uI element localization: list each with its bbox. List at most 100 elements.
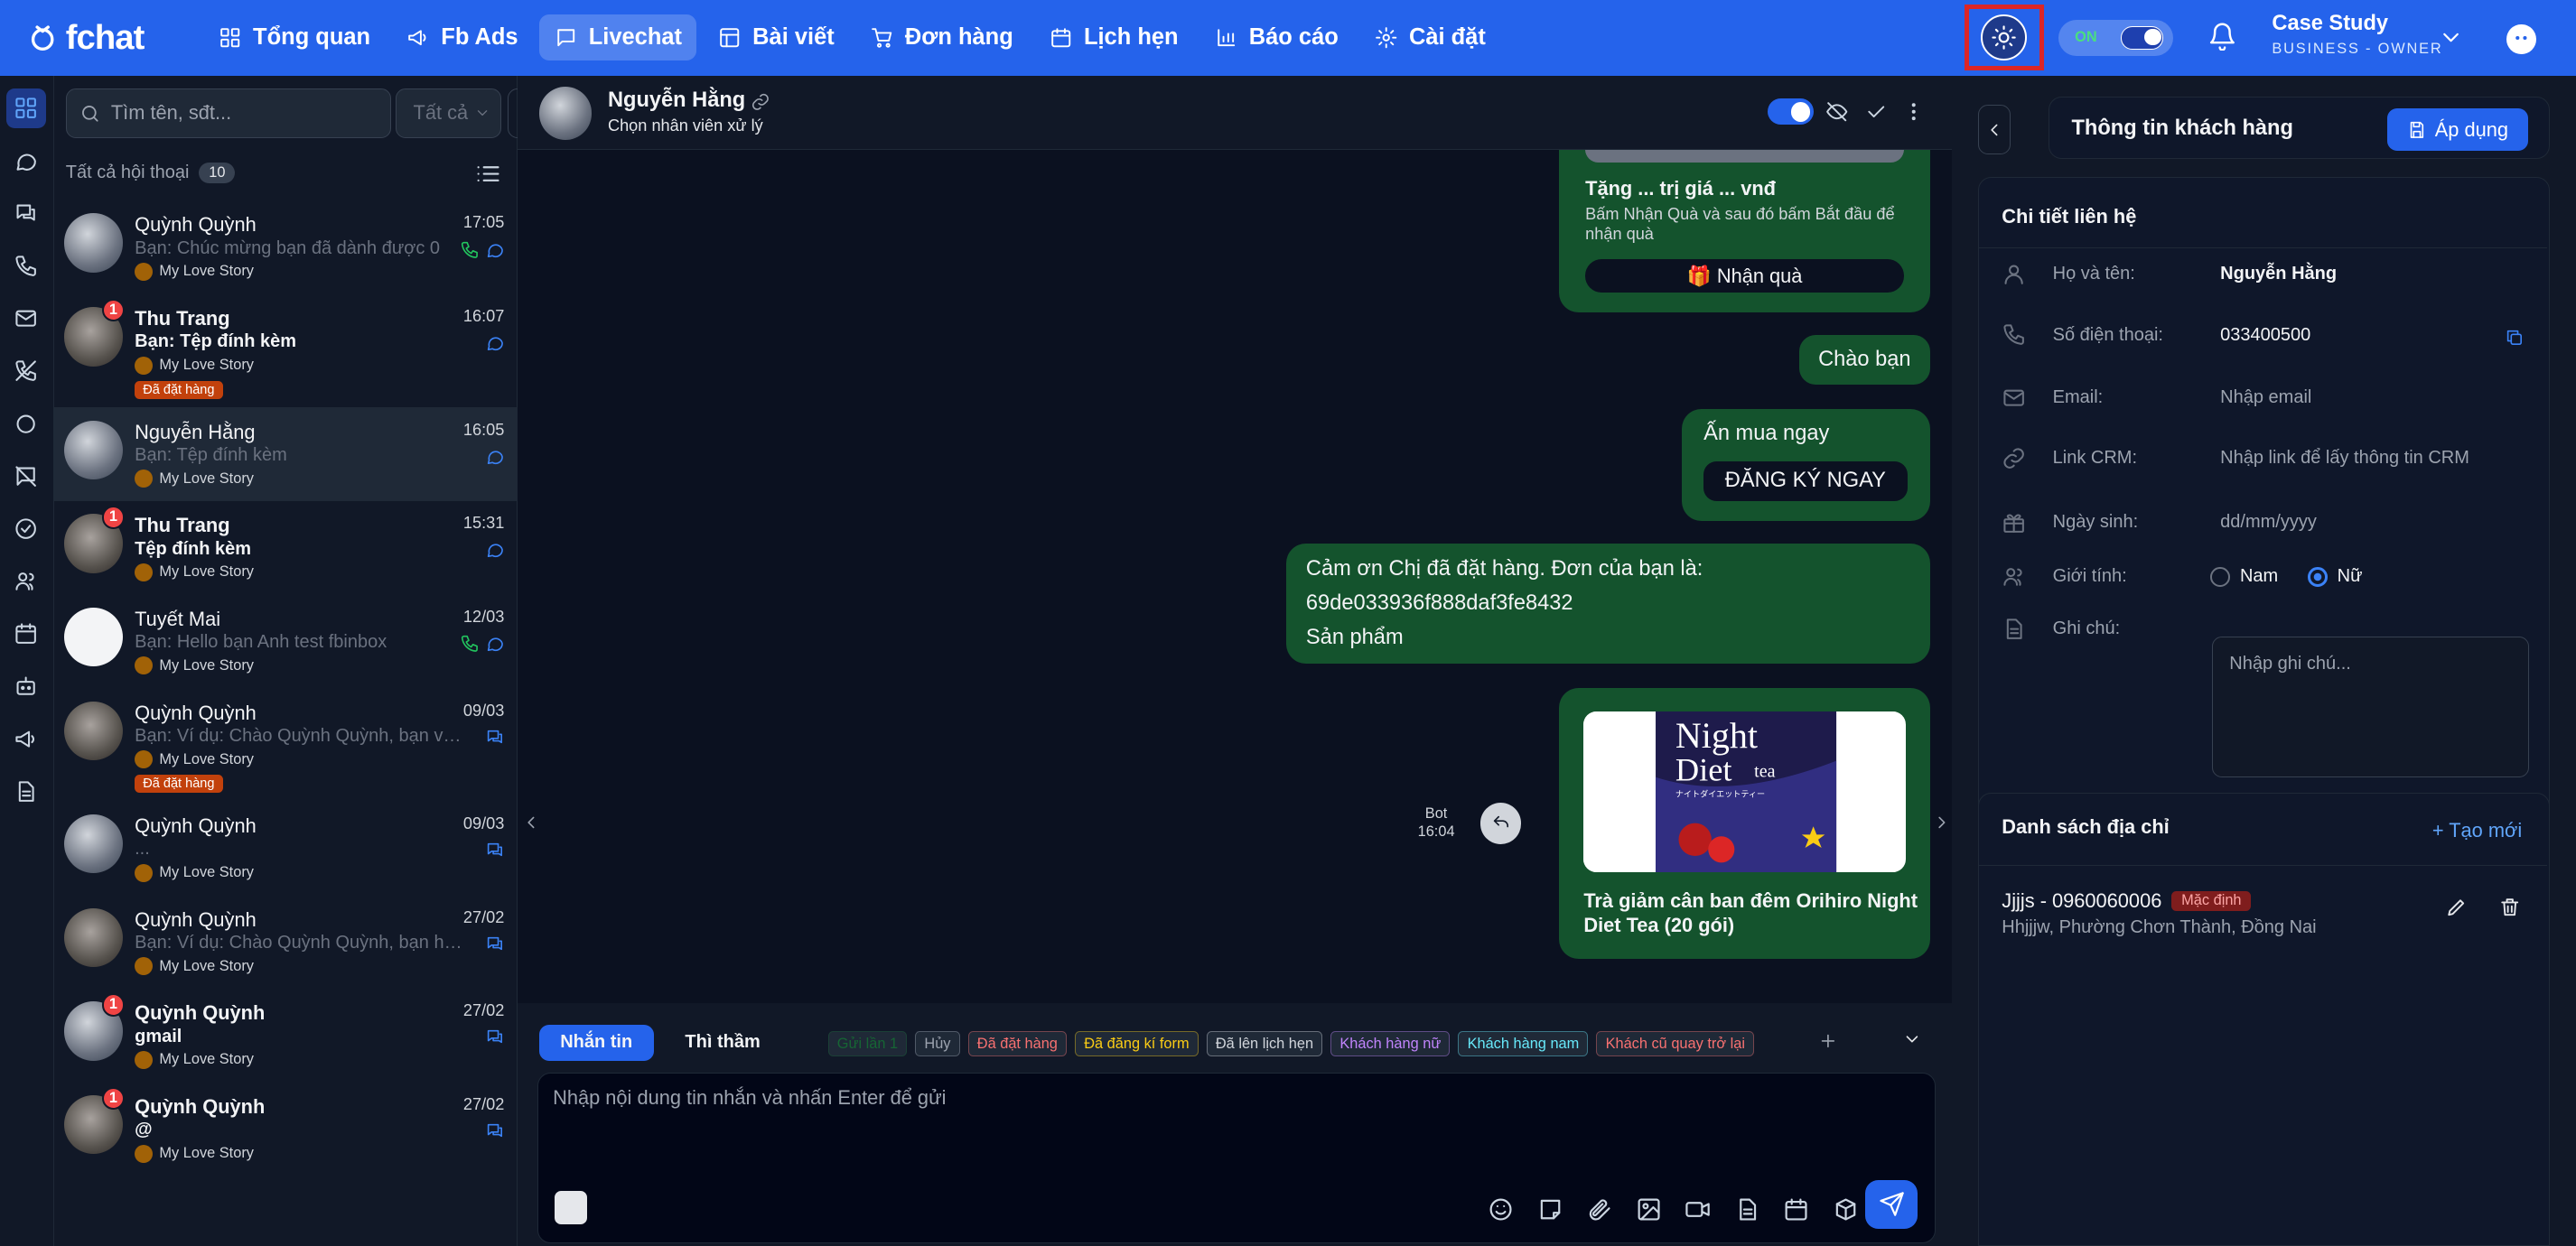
- document-icon[interactable]: [1734, 1196, 1760, 1223]
- circle-icon: [16, 414, 36, 433]
- rail-calls[interactable]: [6, 246, 46, 286]
- notification-button[interactable]: [2207, 22, 2237, 51]
- conversation-item[interactable]: 1 Thu Trang 15:31 Tệp đính kèm My Love Story: [54, 501, 518, 595]
- toggle-knob: [2121, 26, 2164, 50]
- assign-staff-select[interactable]: Chọn nhân viên xử lý: [608, 116, 763, 135]
- nav-item-7[interactable]: Cài đặt: [1359, 14, 1500, 60]
- contact-name[interactable]: Nguyễn Hằng: [608, 88, 745, 113]
- tab-message[interactable]: Nhắn tin: [538, 1024, 654, 1061]
- gender-male-radio[interactable]: [2210, 566, 2231, 587]
- conversation-item[interactable]: Quỳnh Quỳnh 09/03 Bạn: Ví dụ: Chào Quỳnh Q…: [54, 688, 518, 801]
- mark-done-button[interactable]: [1864, 100, 1887, 123]
- edit-address-button[interactable]: [2445, 896, 2468, 918]
- search-input[interactable]: [110, 101, 374, 126]
- apply-button[interactable]: Áp dụng: [2386, 108, 2529, 152]
- conversation-item[interactable]: Tuyết Mai 12/03 Bạn: Hello bạn Anh test fb…: [54, 594, 518, 688]
- rail-comments[interactable]: [6, 194, 46, 234]
- conversation-item[interactable]: Quỳnh Quỳnh 17:05 Bạn: Chúc mừng bạn đã dà…: [54, 200, 518, 294]
- email-input[interactable]: Nhập email: [2220, 387, 2311, 408]
- paperclip-icon[interactable]: [1586, 1196, 1612, 1223]
- gender-male-option[interactable]: Nam: [2210, 566, 2278, 587]
- nav-item-0[interactable]: Tổng quan: [204, 14, 386, 60]
- video-icon[interactable]: [1685, 1196, 1711, 1223]
- nav-item-5[interactable]: Lịch hẹn: [1034, 14, 1193, 60]
- gender-female-option[interactable]: Nữ: [2307, 566, 2363, 587]
- rail-users[interactable]: [6, 562, 46, 601]
- emoji-icon[interactable]: [1488, 1196, 1514, 1223]
- expand-tags-button[interactable]: [1902, 1029, 1922, 1049]
- list-view-button[interactable]: [475, 161, 501, 187]
- quick-tag[interactable]: Đã đăng kí form: [1075, 1031, 1199, 1057]
- conversation-item[interactable]: 1 Thu Trang 16:07 Bạn: Tệp đính kèm My Love …: [54, 294, 518, 407]
- contact-avatar[interactable]: [538, 87, 592, 140]
- nav-item-6[interactable]: Báo cáo: [1199, 14, 1353, 60]
- conversation-search[interactable]: [65, 88, 391, 138]
- nav-item-2[interactable]: Livechat: [539, 14, 697, 61]
- quick-tag[interactable]: Gửi lần 1: [827, 1031, 908, 1057]
- reply-button[interactable]: [1479, 803, 1522, 844]
- conversation-item[interactable]: Nguyễn Hằng 16:05 Bạn: Tệp đính kèm My Love…: [54, 407, 518, 501]
- quick-tag[interactable]: Hủy: [915, 1031, 960, 1057]
- rail-reports[interactable]: [6, 772, 46, 812]
- note-input[interactable]: [2213, 637, 2529, 777]
- quick-tag[interactable]: Khách hàng nữ: [1330, 1031, 1451, 1057]
- register-now-button[interactable]: ĐĂNG KÝ NGAY: [1703, 461, 1908, 501]
- message-input[interactable]: [553, 1086, 1900, 1152]
- rail-campaigns[interactable]: [6, 719, 46, 758]
- rail-dashboard[interactable]: [6, 88, 46, 128]
- quick-tag[interactable]: Khách hàng nam: [1458, 1031, 1589, 1057]
- package-icon[interactable]: [1833, 1196, 1859, 1223]
- nav-item-3[interactable]: Bài viết: [704, 14, 849, 60]
- sticky-note-icon[interactable]: [1537, 1196, 1563, 1223]
- name-value[interactable]: Nguyễn Hằng: [2220, 264, 2337, 284]
- rail-bot[interactable]: [6, 666, 46, 706]
- phone-value[interactable]: 033400500: [2220, 325, 2310, 346]
- calendar-icon[interactable]: [1783, 1196, 1809, 1223]
- address-item[interactable]: Jjjjs - 0960060006 Mặc định: [2002, 889, 2252, 913]
- birthday-input[interactable]: dd/mm/yyyy: [2220, 512, 2317, 533]
- nav-item-4[interactable]: Đơn hàng: [855, 14, 1028, 60]
- page-avatar[interactable]: [554, 1191, 588, 1224]
- conversation-filter-select[interactable]: Tất cả: [396, 88, 501, 138]
- conversation-list-title: Tất cả hội thoại: [65, 163, 190, 183]
- quick-tag[interactable]: Khách cũ quay trở lại: [1596, 1031, 1755, 1057]
- delete-address-button[interactable]: [2498, 896, 2521, 918]
- rail-mail[interactable]: [6, 299, 46, 339]
- add-tag-button[interactable]: [1818, 1031, 1838, 1051]
- online-toggle[interactable]: ON: [2058, 19, 2174, 56]
- rail-messages[interactable]: [6, 141, 46, 181]
- collapse-left-button[interactable]: [521, 813, 541, 832]
- support-chat-button[interactable]: [2506, 24, 2537, 55]
- back-button[interactable]: [1977, 105, 2011, 154]
- theme-toggle-button[interactable]: [1965, 5, 2044, 71]
- comment-icon: [487, 1030, 502, 1044]
- hide-button[interactable]: [1825, 100, 1848, 123]
- rail-calendar[interactable]: [6, 614, 46, 654]
- rail-status[interactable]: [6, 404, 46, 443]
- bot-toggle[interactable]: [1768, 98, 1814, 126]
- nav-item-1[interactable]: Fb Ads: [392, 14, 533, 60]
- collapse-right-button[interactable]: [1932, 813, 1952, 832]
- conversation-item[interactable]: Quỳnh Quỳnh 09/03... My Love Story: [54, 801, 518, 895]
- conversation-item[interactable]: 1 Quỳnh Quỳnh 27/02 gmail My Love Story: [54, 989, 518, 1083]
- account-dropdown-button[interactable]: [2438, 24, 2464, 51]
- conversation-item[interactable]: 1 Quỳnh Quỳnh 27/02 @ My Love Story: [54, 1082, 518, 1176]
- rail-done[interactable]: [6, 509, 46, 549]
- quick-tag[interactable]: Đã lên lịch hẹn: [1206, 1031, 1323, 1057]
- account-menu[interactable]: Case Study BUSINESS - OWNER: [2272, 12, 2442, 58]
- rail-hidden[interactable]: [6, 457, 46, 497]
- send-button[interactable]: [1865, 1179, 1918, 1230]
- image-icon[interactable]: [1636, 1196, 1662, 1223]
- receive-gift-button[interactable]: 🎁 Nhận quà: [1585, 259, 1904, 293]
- fchat-logo[interactable]: fchat: [26, 18, 177, 58]
- conversation-item[interactable]: Quỳnh Quỳnh 27/02 Bạn: Ví dụ: Chào Quỳnh Q…: [54, 895, 518, 989]
- more-options-button[interactable]: [1902, 100, 1925, 123]
- rail-missed-calls[interactable]: [6, 351, 46, 391]
- copy-phone-button[interactable]: [2505, 328, 2525, 348]
- gender-female-radio[interactable]: [2307, 566, 2328, 587]
- tab-whisper[interactable]: Thì thầm: [664, 1025, 782, 1061]
- quick-tag[interactable]: Đã đặt hàng: [967, 1031, 1067, 1057]
- crm-input[interactable]: Nhập link để lấy thông tin CRM: [2220, 448, 2469, 469]
- copy-link-button[interactable]: [751, 92, 770, 112]
- create-address-button[interactable]: + Tạo mới: [2432, 819, 2522, 842]
